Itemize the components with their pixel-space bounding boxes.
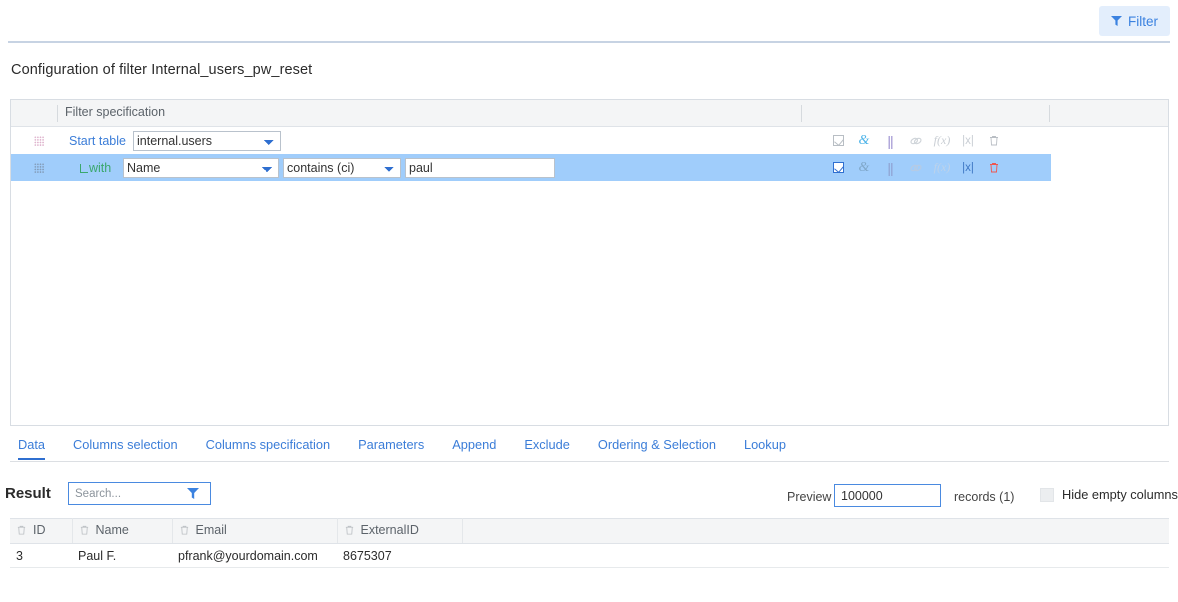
link-icon[interactable] — [903, 158, 929, 178]
header-divider-2 — [801, 105, 802, 122]
hide-empty-columns-checkbox[interactable] — [1040, 488, 1054, 502]
drag-handle-icon[interactable] — [34, 163, 44, 173]
filter-row-condition[interactable]: with Name contains (ci) & || f(x) — [11, 154, 1168, 181]
function-icon[interactable]: f(x) — [929, 158, 955, 178]
cell-id: 3 — [10, 544, 72, 568]
delete-icon[interactable] — [981, 131, 1007, 151]
top-toolbar: Filter — [0, 0, 1178, 42]
funnel-icon — [1111, 16, 1122, 26]
toolbar-divider — [8, 41, 1170, 43]
tab-parameters[interactable]: Parameters — [344, 437, 438, 459]
tab-exclude[interactable]: Exclude — [510, 437, 584, 459]
or-icon[interactable]: || — [877, 158, 903, 178]
preview-input[interactable] — [834, 484, 941, 507]
funnel-icon[interactable] — [187, 488, 199, 499]
trash-icon — [179, 524, 190, 536]
trash-icon — [344, 524, 355, 536]
column-header-spacer — [462, 519, 1169, 544]
filter-button-label: Filter — [1128, 14, 1158, 29]
filter-specification-header-label: Filter specification — [65, 105, 165, 119]
enabled-checkbox[interactable] — [825, 158, 851, 178]
column-header-name[interactable]: Name — [72, 519, 172, 544]
column-header-email[interactable]: Email — [172, 519, 337, 544]
filter-button[interactable]: Filter — [1099, 6, 1170, 36]
preview-label: Preview — [787, 490, 831, 504]
cell-email: pfrank@yourdomain.com — [172, 544, 337, 568]
absolute-icon[interactable]: |x| — [955, 131, 981, 151]
tab-ordering-selection[interactable]: Ordering & Selection — [584, 437, 730, 459]
filter-specification-panel: Filter specification Start table interna… — [10, 99, 1169, 426]
and-icon[interactable]: & — [851, 158, 877, 178]
filter-row-start-table[interactable]: Start table internal.users & || f(x) |x| — [11, 127, 1168, 154]
records-count-label: records (1) — [954, 490, 1014, 504]
search-input[interactable] — [69, 483, 187, 504]
result-label: Result — [5, 485, 51, 502]
and-icon[interactable]: & — [851, 131, 877, 151]
absolute-icon[interactable]: |x| — [955, 158, 981, 178]
link-icon[interactable] — [903, 131, 929, 151]
header-divider-1 — [57, 105, 58, 122]
cell-externalid: 8675307 — [337, 544, 462, 568]
filter-specification-header: Filter specification — [11, 100, 1168, 127]
tab-columns-selection[interactable]: Columns selection — [59, 437, 192, 459]
result-tabs: Data Columns selection Columns specifica… — [10, 437, 1169, 462]
result-search[interactable] — [68, 482, 211, 505]
hide-empty-columns-toggle[interactable]: Hide empty columns — [1040, 487, 1178, 502]
page-title: Configuration of filter Internal_users_p… — [11, 62, 312, 78]
trash-icon — [79, 524, 90, 536]
row-actions: & || f(x) |x| — [825, 131, 1007, 151]
start-table-select[interactable]: internal.users — [133, 131, 281, 151]
condition-field-select[interactable]: Name — [123, 158, 279, 178]
tree-corner-icon — [80, 164, 88, 173]
condition-value-input[interactable] — [405, 158, 555, 178]
tab-data[interactable]: Data — [10, 437, 59, 459]
table-header-row: ID Name Email ExternalID — [10, 519, 1169, 544]
enabled-checkbox[interactable] — [825, 131, 851, 151]
hide-empty-columns-label: Hide empty columns — [1062, 487, 1178, 502]
table-row[interactable]: 3 Paul F. pfrank@yourdomain.com 8675307 — [10, 544, 1169, 568]
tab-append[interactable]: Append — [438, 437, 510, 459]
tab-lookup[interactable]: Lookup — [730, 437, 800, 459]
header-divider-3 — [1049, 105, 1050, 122]
delete-icon[interactable] — [981, 158, 1007, 178]
condition-operator-select[interactable]: contains (ci) — [283, 158, 401, 178]
result-table: ID Name Email ExternalID — [10, 518, 1169, 592]
trash-icon — [16, 524, 27, 536]
function-icon[interactable]: f(x) — [929, 131, 955, 151]
or-icon[interactable]: || — [877, 131, 903, 151]
cell-spacer — [462, 544, 1169, 568]
table-row-empty — [10, 568, 1169, 592]
tab-columns-specification[interactable]: Columns specification — [192, 437, 344, 459]
cell-name: Paul F. — [72, 544, 172, 568]
drag-handle-icon[interactable] — [34, 136, 44, 146]
column-header-externalid[interactable]: ExternalID — [337, 519, 462, 544]
row-actions: & || f(x) |x| — [825, 158, 1007, 178]
start-table-label: Start table — [69, 134, 126, 148]
column-header-id[interactable]: ID — [10, 519, 72, 544]
with-label: with — [80, 161, 111, 175]
